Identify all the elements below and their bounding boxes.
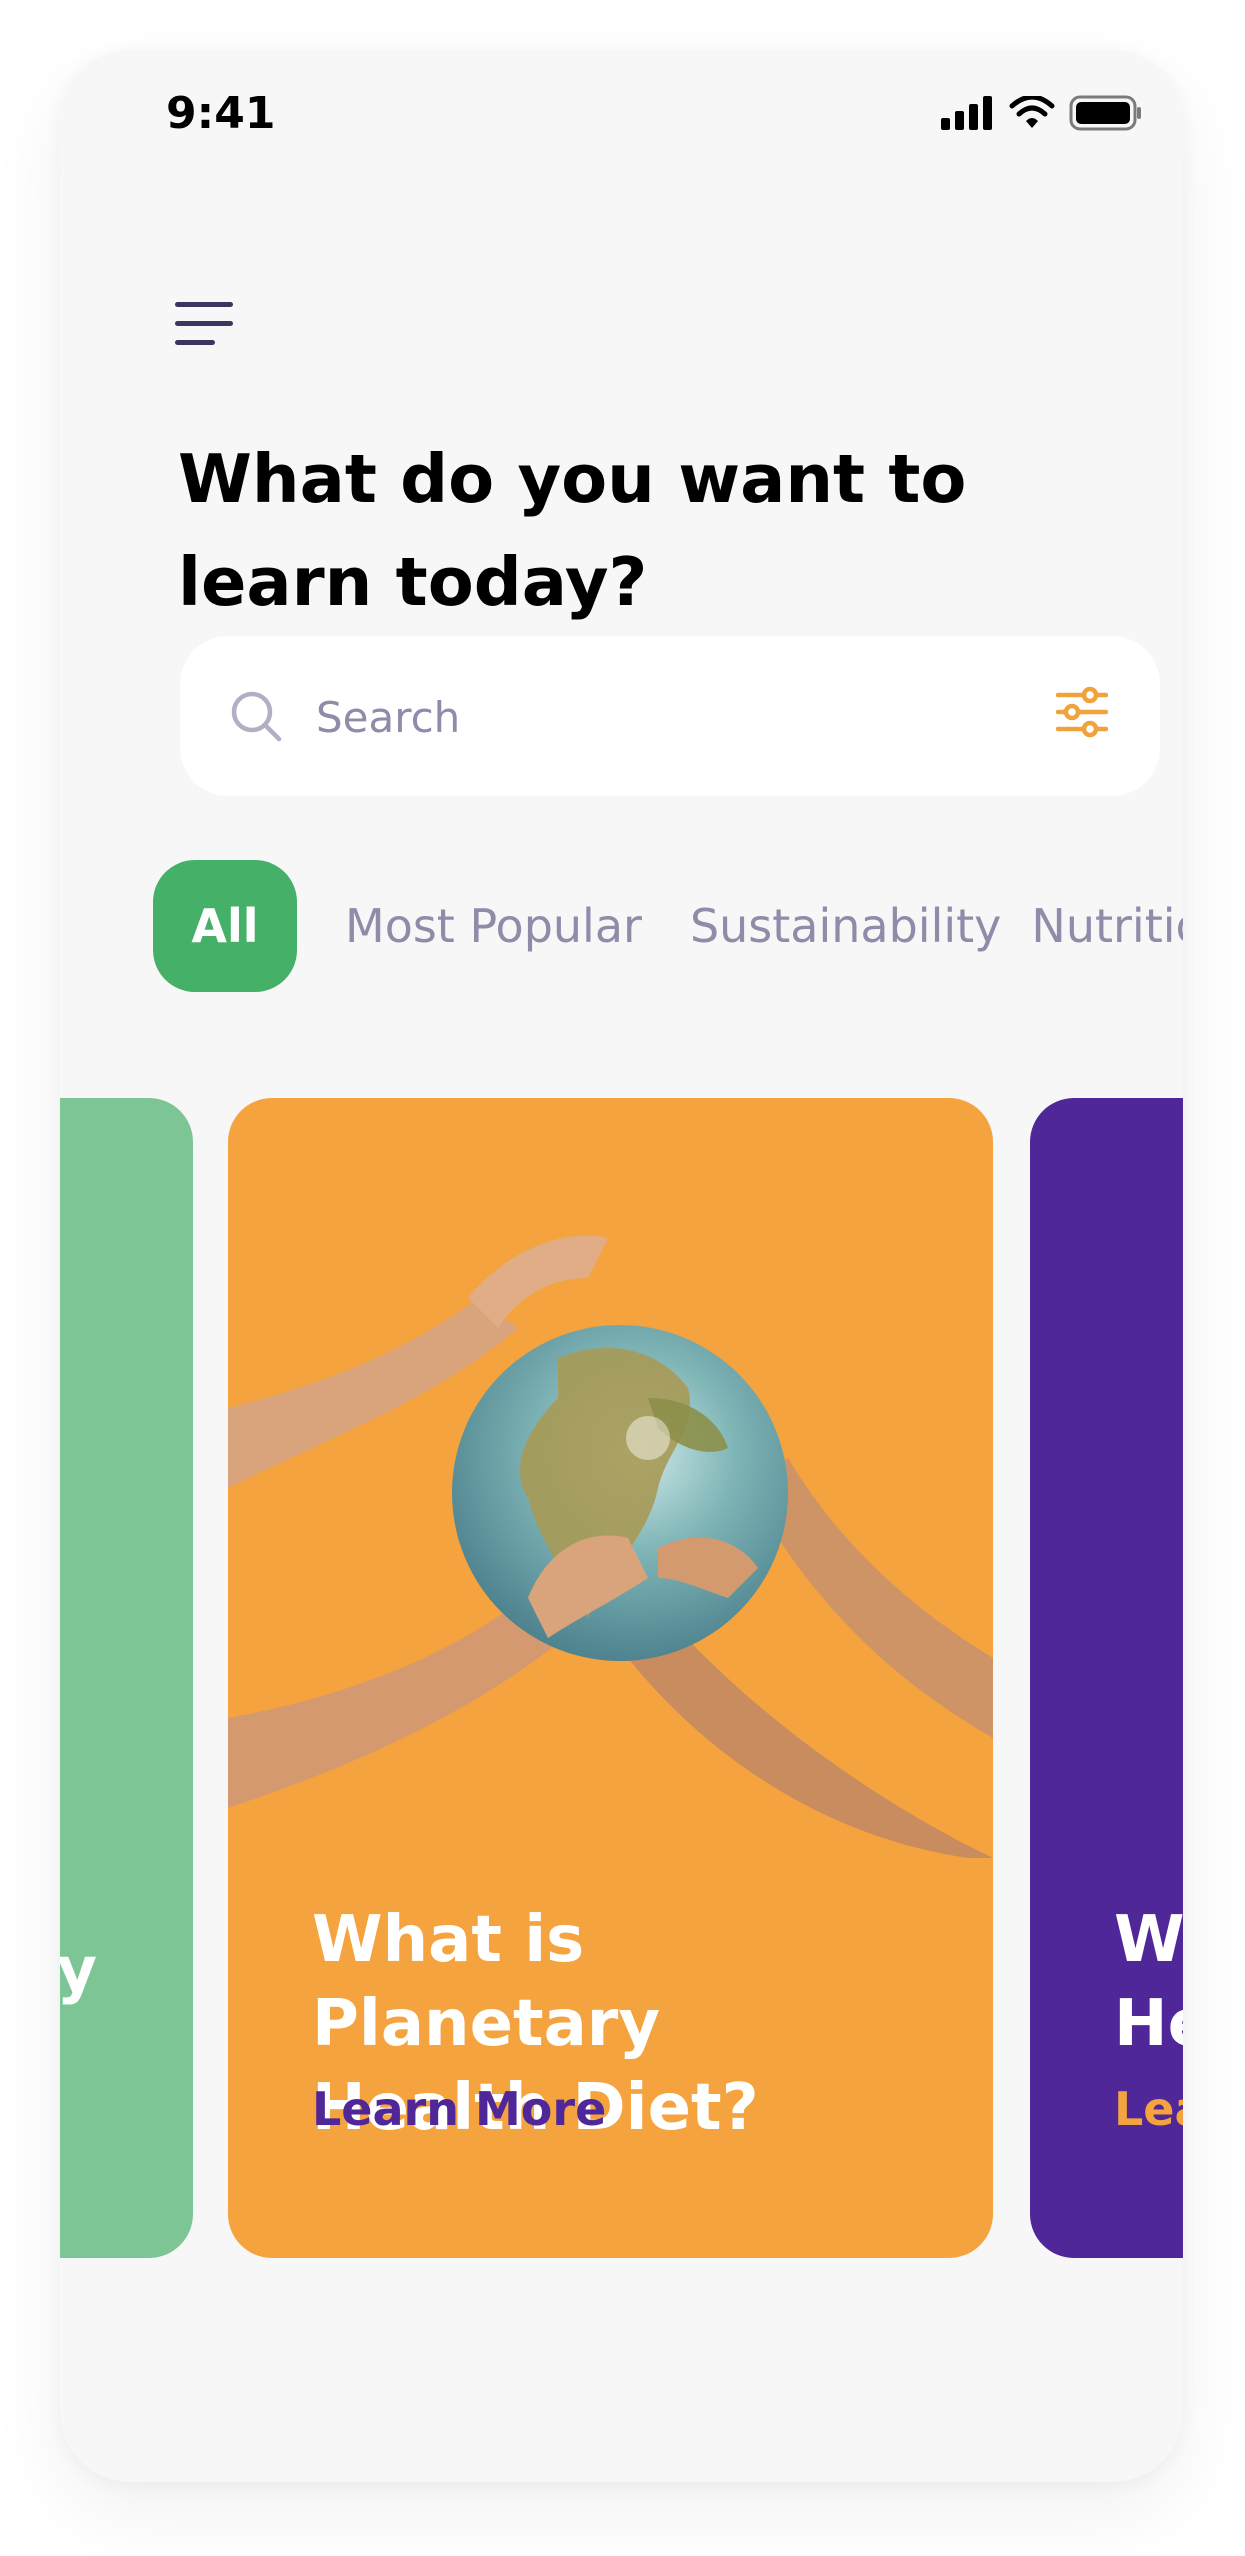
card-next[interactable]: Wh He Lea bbox=[1030, 1098, 1183, 2258]
search-input[interactable] bbox=[314, 676, 958, 758]
card-previous-title: y bbox=[60, 1933, 97, 2006]
learn-more-link[interactable]: Learn More bbox=[312, 2082, 606, 2136]
signal-icon bbox=[941, 96, 992, 130]
page-title: What do you want to learn today? bbox=[178, 440, 967, 621]
tab-most-popular[interactable]: Most Popular bbox=[345, 899, 642, 953]
tab-nutrition[interactable]: Nutritio bbox=[1031, 899, 1183, 953]
status-icons bbox=[941, 95, 1143, 131]
search-bar[interactable] bbox=[180, 636, 1160, 796]
menu-button[interactable] bbox=[175, 300, 235, 348]
menu-icon bbox=[175, 302, 233, 345]
card-previous[interactable]: y bbox=[60, 1098, 193, 2258]
wifi-icon bbox=[1009, 96, 1055, 128]
globe-hands-image bbox=[228, 1235, 993, 1858]
tab-sustainability[interactable]: Sustainability bbox=[690, 899, 1001, 953]
card-planetary-health-diet[interactable]: What is Planetary Health Diet? Learn Mor… bbox=[228, 1098, 993, 2258]
search-icon bbox=[231, 691, 282, 742]
battery-icon bbox=[1069, 95, 1141, 131]
category-tabs: All Most Popular Sustainability Nutritio bbox=[153, 860, 1183, 992]
filter-icon[interactable] bbox=[1056, 686, 1108, 738]
card-next-link[interactable]: Lea bbox=[1114, 2082, 1183, 2136]
tab-all[interactable]: All bbox=[153, 860, 297, 992]
status-time: 9:41 bbox=[166, 88, 276, 139]
card-next-title: Wh He bbox=[1114, 1903, 1183, 2061]
phone-screen: 9:41 What do you want to learn today? Se… bbox=[60, 50, 1183, 2482]
